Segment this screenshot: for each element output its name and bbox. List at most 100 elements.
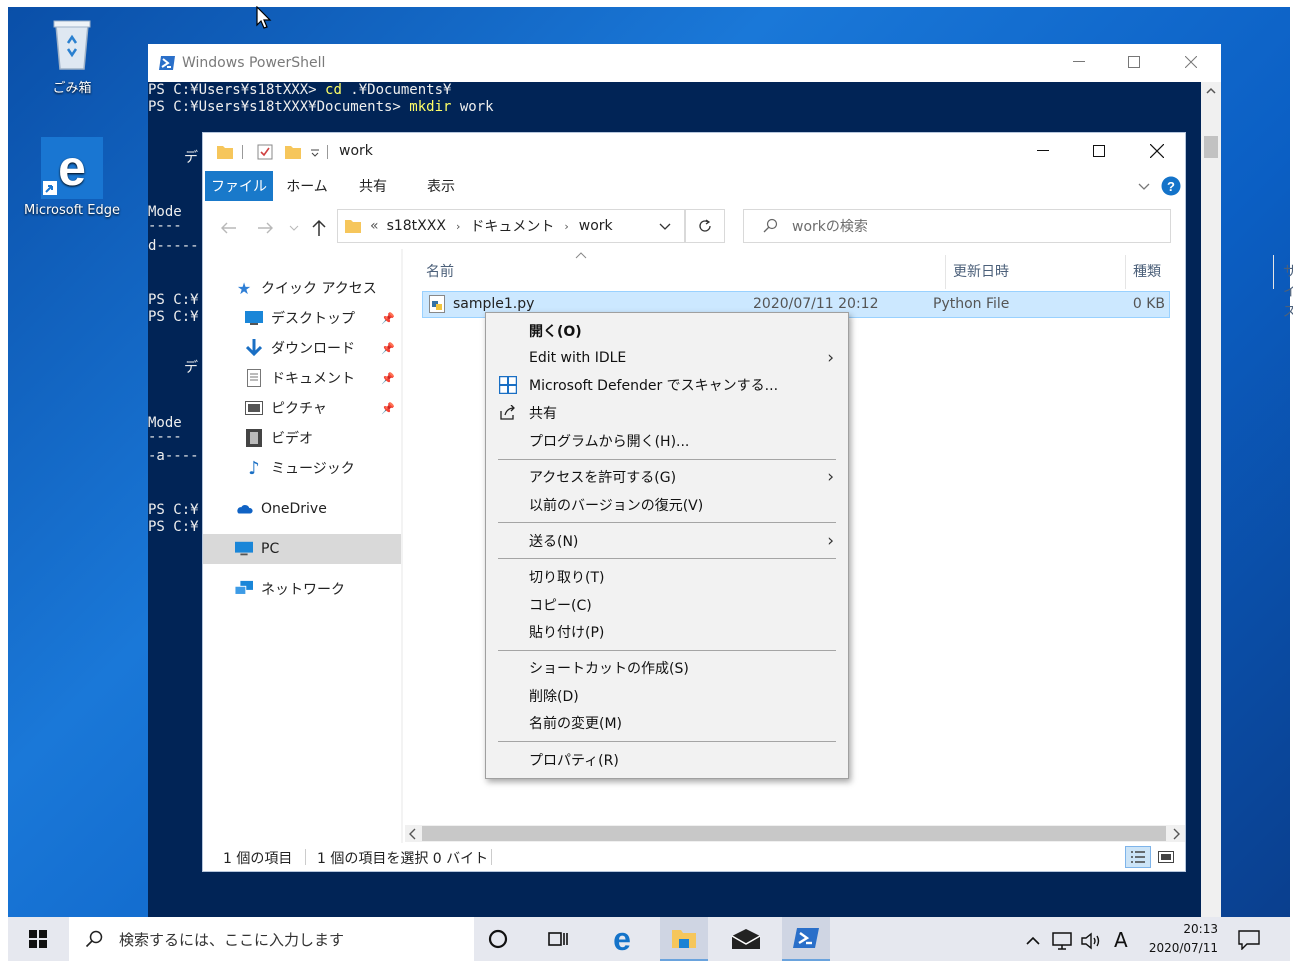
scroll-left-icon[interactable] xyxy=(408,828,418,840)
cortana-button[interactable] xyxy=(474,917,522,961)
menu-item-open[interactable]: 開く(O) xyxy=(486,317,848,344)
menu-item-rename[interactable]: 名前の変更(M) xyxy=(486,709,848,736)
column-divider[interactable] xyxy=(945,255,946,289)
taskbar-edge-button[interactable]: e xyxy=(598,917,646,961)
breadcrumb-separator: › xyxy=(564,219,569,233)
clock[interactable]: 20:13 2020/07/11 xyxy=(1136,920,1218,960)
nav-network[interactable]: ネットワーク xyxy=(203,574,401,604)
menu-item-edit-with-idle[interactable]: Edit with IDLE › xyxy=(486,344,848,371)
nav-label: OneDrive xyxy=(261,501,327,517)
refresh-button[interactable] xyxy=(685,209,725,243)
ribbon-expand-icon[interactable] xyxy=(1137,182,1151,192)
nav-pictures[interactable]: ピクチャ 📌 xyxy=(203,393,401,423)
nav-documents[interactable]: ドキュメント 📌 xyxy=(203,363,401,393)
breadcrumb-item[interactable]: work xyxy=(579,218,613,234)
powershell-titlebar[interactable]: Windows PowerShell xyxy=(148,44,1221,82)
breadcrumb-overflow[interactable]: « xyxy=(370,218,379,234)
ime-indicator[interactable]: A xyxy=(1114,928,1128,952)
nav-videos[interactable]: ビデオ xyxy=(203,423,401,453)
horizontal-scrollbar[interactable] xyxy=(405,825,1185,842)
ps-scrollbar[interactable] xyxy=(1201,82,1221,917)
tab-file[interactable]: ファイル xyxy=(205,171,273,201)
menu-label: プログラムから開く(H)... xyxy=(529,433,690,450)
new-folder-quick-icon[interactable] xyxy=(284,144,302,160)
menu-item-paste[interactable]: 貼り付け(P) xyxy=(486,618,848,645)
menu-label: 以前のバージョンの復元(V) xyxy=(529,497,704,514)
column-name[interactable]: 名前 xyxy=(426,261,454,281)
details-view-button[interactable] xyxy=(1125,846,1151,868)
start-button[interactable] xyxy=(14,917,62,961)
menu-item-send-to[interactable]: 送る(N) › xyxy=(486,527,848,554)
explorer-titlebar[interactable]: work xyxy=(203,133,1185,171)
menu-item-properties[interactable]: プロパティ(R) xyxy=(486,746,848,773)
taskbar-mail-button[interactable] xyxy=(722,917,770,961)
tab-view[interactable]: 表示 xyxy=(419,171,463,201)
nav-onedrive[interactable]: OneDrive xyxy=(203,494,401,524)
menu-separator xyxy=(498,558,836,559)
ps-close-button[interactable] xyxy=(1168,44,1214,80)
nav-music[interactable]: ♪ ミュージック xyxy=(203,453,401,483)
menu-item-share[interactable]: 共有 xyxy=(486,399,848,426)
menu-item-open-with[interactable]: プログラムから開く(H)... xyxy=(486,427,848,454)
search-box[interactable]: workの検索 xyxy=(743,209,1171,243)
recent-locations-icon[interactable] xyxy=(289,224,299,232)
breadcrumb-item[interactable]: ドキュメント xyxy=(470,216,554,236)
hidden-icons-chevron-icon[interactable] xyxy=(1026,936,1040,946)
nav-label: ミュージック xyxy=(271,461,355,477)
help-icon[interactable]: ? xyxy=(1161,176,1181,196)
nav-desktop[interactable]: デスクトップ 📌 xyxy=(203,303,401,333)
notification-center-icon[interactable] xyxy=(1238,930,1260,950)
network-tray-icon[interactable] xyxy=(1052,932,1072,950)
menu-item-copy[interactable]: コピー(C) xyxy=(486,591,848,618)
column-divider[interactable] xyxy=(1125,255,1126,289)
hscroll-thumb[interactable] xyxy=(422,826,1166,841)
scroll-right-icon[interactable] xyxy=(1171,828,1181,840)
qat-dropdown-icon[interactable] xyxy=(309,148,321,158)
column-type[interactable]: 種類 xyxy=(1133,261,1161,281)
column-divider[interactable] xyxy=(1273,255,1274,289)
volume-icon[interactable] xyxy=(1080,932,1102,950)
column-modified[interactable]: 更新日時 xyxy=(953,261,1009,281)
properties-quick-icon[interactable] xyxy=(257,144,273,160)
address-dropdown-icon[interactable] xyxy=(659,223,671,231)
column-size[interactable]: サイズ xyxy=(1283,261,1293,321)
sort-ascending-icon xyxy=(575,252,587,259)
address-bar[interactable]: « s18tXXX › ドキュメント › work xyxy=(337,209,685,243)
nav-downloads[interactable]: ダウンロード 📌 xyxy=(203,333,401,363)
address-folder-icon xyxy=(345,220,361,233)
menu-item-create-shortcut[interactable]: ショートカットの作成(S) xyxy=(486,654,848,681)
taskbar-powershell-button[interactable] xyxy=(782,917,830,961)
task-view-icon xyxy=(548,932,568,946)
forward-arrow-icon[interactable] xyxy=(256,221,274,235)
back-arrow-icon[interactable] xyxy=(220,221,238,235)
ex-minimize-button[interactable] xyxy=(1019,133,1067,169)
up-arrow-icon[interactable] xyxy=(311,219,327,237)
taskbar-explorer-button[interactable] xyxy=(660,917,708,961)
nav-quick-access[interactable]: ★ クイック アクセス xyxy=(203,273,401,303)
large-icons-view-button[interactable] xyxy=(1155,846,1177,868)
nav-label: ダウンロード xyxy=(271,341,355,357)
nav-pc[interactable]: PC xyxy=(203,534,401,564)
breadcrumb-item[interactable]: s18tXXX xyxy=(387,218,446,234)
task-view-button[interactable] xyxy=(534,917,582,961)
menu-item-defender-scan[interactable]: Microsoft Defender でスキャンする... xyxy=(486,371,848,398)
ex-maximize-button[interactable] xyxy=(1075,133,1123,169)
taskbar-search[interactable]: 検索するには、ここに入力します xyxy=(69,917,474,961)
refresh-icon xyxy=(699,219,711,232)
tab-share[interactable]: 共有 xyxy=(351,171,395,201)
ps-minimize-button[interactable] xyxy=(1056,44,1102,80)
nav-label: PC xyxy=(261,541,280,557)
recycle-bin-shortcut[interactable]: ごみ箱 xyxy=(17,15,127,96)
menu-item-delete[interactable]: 削除(D) xyxy=(486,682,848,709)
tab-home[interactable]: ホーム xyxy=(281,171,333,201)
ps-line: PS C:¥Users¥s18tXXX¥Documents> mkdir wor… xyxy=(148,99,494,115)
videos-icon xyxy=(245,429,263,447)
menu-item-give-access[interactable]: アクセスを許可する(G) › xyxy=(486,463,848,490)
edge-shortcut[interactable]: e Microsoft Edge xyxy=(17,137,127,218)
ps-scroll-thumb[interactable] xyxy=(1204,136,1218,158)
ps-maximize-button[interactable] xyxy=(1111,44,1157,80)
menu-item-restore-versions[interactable]: 以前のバージョンの復元(V) xyxy=(486,491,848,518)
desktop-icon xyxy=(245,309,263,327)
ex-close-button[interactable] xyxy=(1133,133,1181,169)
menu-item-cut[interactable]: 切り取り(T) xyxy=(486,563,848,590)
